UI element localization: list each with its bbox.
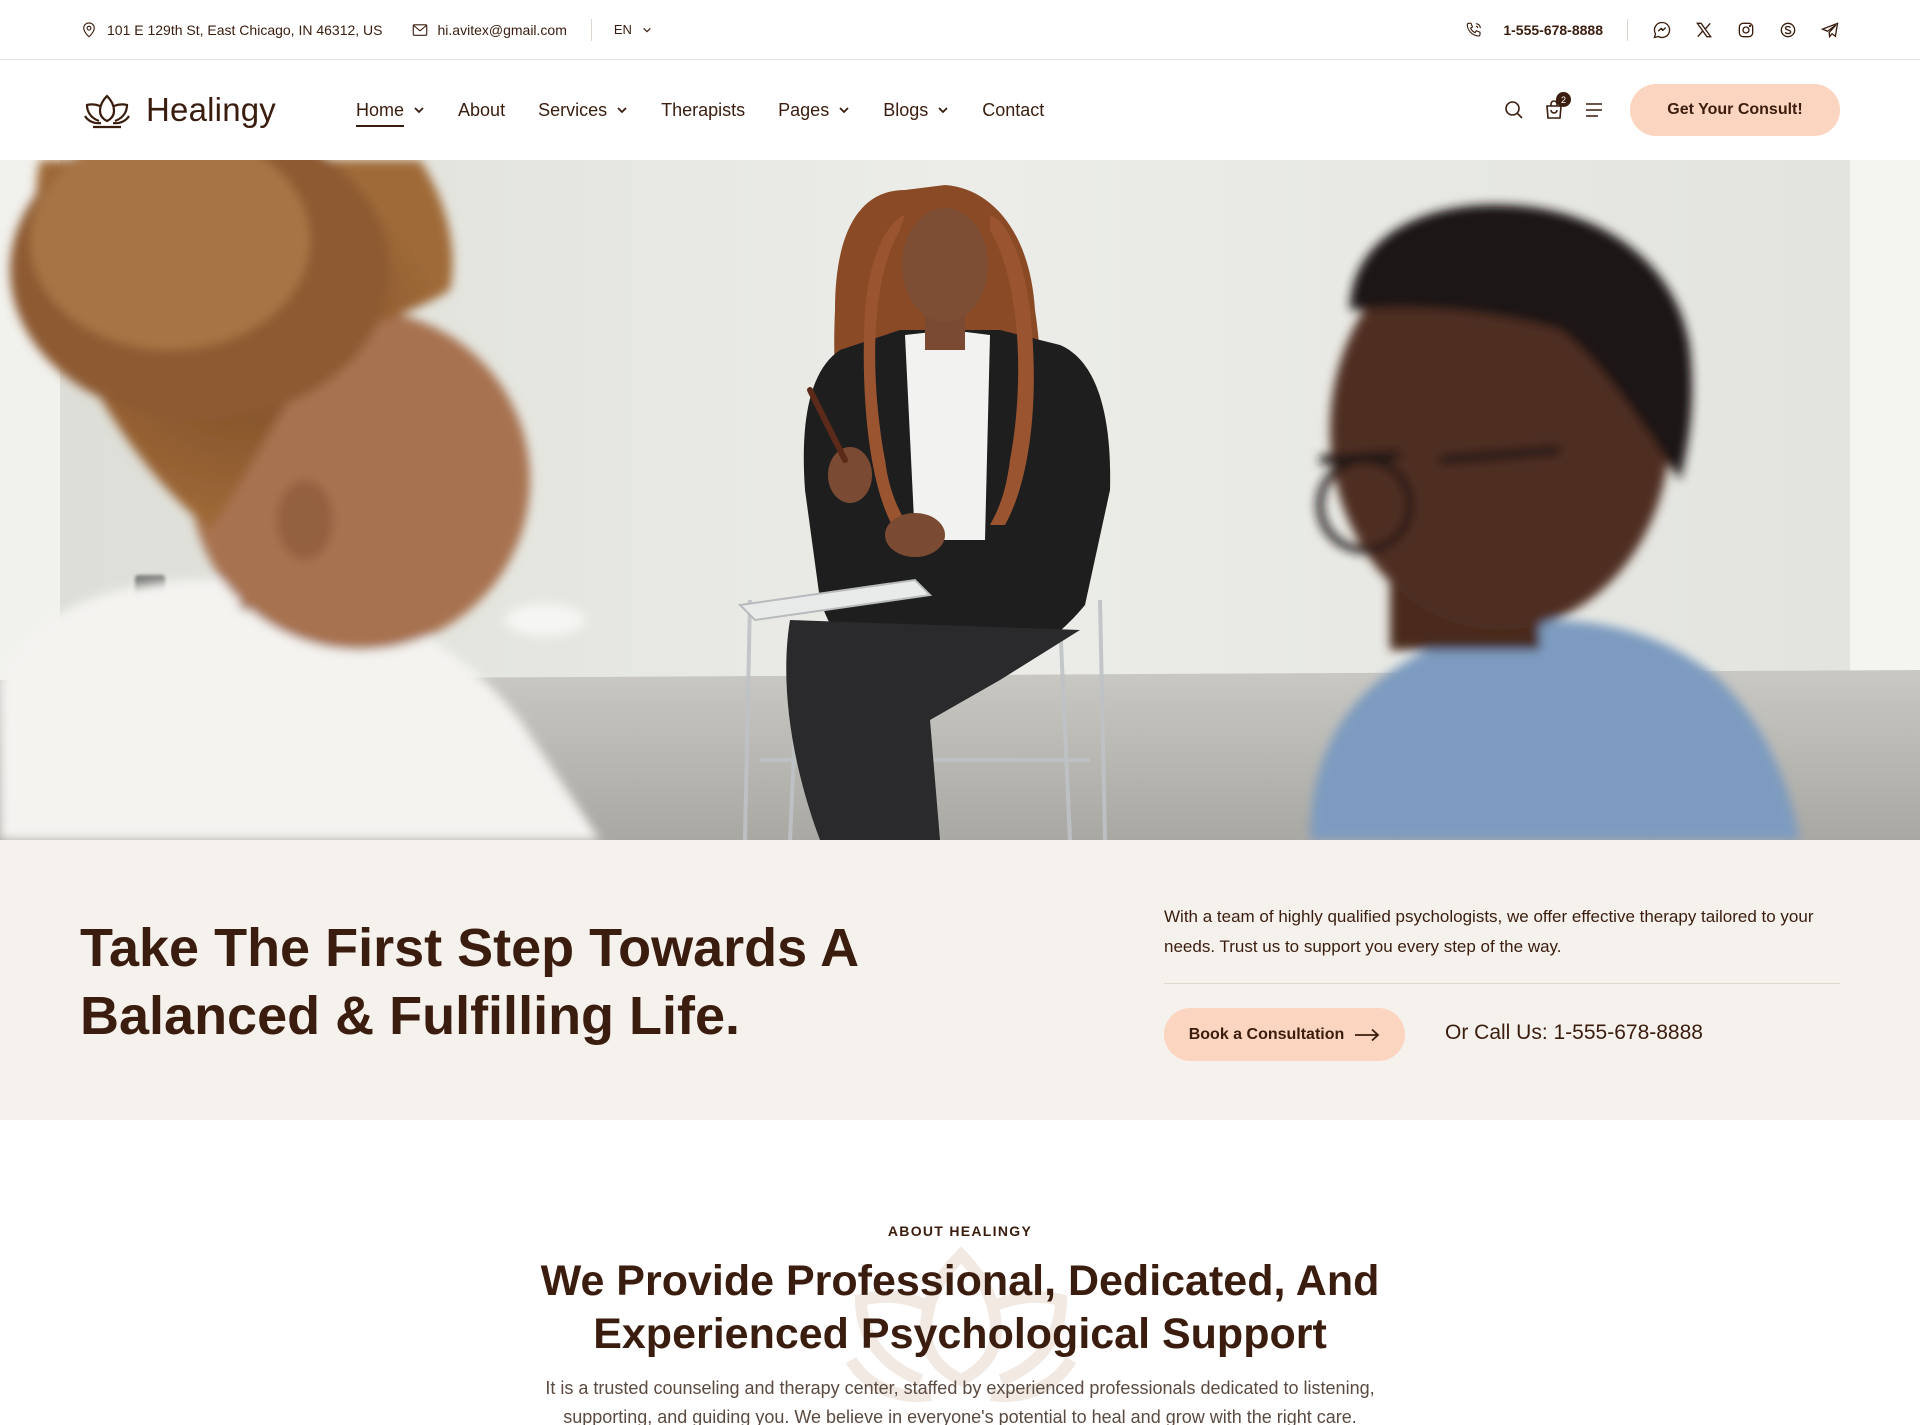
nav-about[interactable]: About <box>458 100 505 121</box>
topbar-right: 1-555-678-8888 <box>1465 18 1840 41</box>
nav-therapists-label: Therapists <box>661 99 746 120</box>
address-item: 101 E 129th St, East Chicago, IN 46312, … <box>80 21 383 39</box>
book-consultation-label: Book a Consultation <box>1188 1025 1345 1043</box>
email-item[interactable]: hi.avitex@gmail.com <box>411 21 567 39</box>
chevron-down-icon <box>414 107 424 114</box>
section-eyebrow: ABOUT HEALINGY <box>887 1223 1033 1239</box>
cart-count-badge: 2 <box>1556 92 1571 107</box>
lotus-logo-icon <box>84 94 130 129</box>
top-bar: 101 E 129th St, East Chicago, IN 46312, … <box>0 0 1920 60</box>
hero-image <box>0 160 1920 840</box>
chevron-down-icon <box>938 107 948 114</box>
nav-therapists[interactable]: Therapists <box>661 100 745 121</box>
nav-blogs-label: Blogs <box>883 99 929 120</box>
search-icon <box>1505 101 1523 119</box>
language-select[interactable]: EN <box>614 22 652 37</box>
chevron-down-icon <box>617 107 627 114</box>
main-menu: Home About Services Therapists Pages Blo… <box>356 99 1044 127</box>
language-label: EN <box>613 22 632 37</box>
about-heading: We Provide Professional, Dedicated, And … <box>540 1257 1380 1358</box>
logo-text: Healingy <box>146 91 277 128</box>
nav-about-label: About <box>458 99 506 120</box>
arrow-right-icon <box>1355 1028 1380 1041</box>
skype-icon[interactable] <box>1778 20 1798 40</box>
therapy-session-illustration <box>0 160 1920 840</box>
location-pin-icon <box>83 21 95 38</box>
book-consultation-button[interactable]: Book a Consultation <box>1164 1008 1405 1061</box>
about-description: It is a trusted counseling and therapy c… <box>545 1378 1375 1425</box>
mail-icon <box>412 23 427 36</box>
nav-pages[interactable]: Pages <box>778 100 850 121</box>
nav-pages-label: Pages <box>778 99 830 120</box>
nav-contact[interactable]: Contact <box>982 100 1044 121</box>
nav-home[interactable]: Home <box>356 99 425 127</box>
cart-button[interactable]: 2 <box>1542 92 1571 122</box>
phone-number[interactable]: 1-555-678-8888 <box>1503 22 1603 38</box>
nav-services-label: Services <box>538 99 608 120</box>
call-us-text[interactable]: Or Call Us: 1-555-678-8888 <box>1445 1021 1703 1045</box>
nav-contact-label: Contact <box>982 99 1045 120</box>
nav-blogs[interactable]: Blogs <box>883 100 949 121</box>
nav-services[interactable]: Services <box>538 100 628 121</box>
offcanvas-menu-button[interactable] <box>1582 98 1606 122</box>
hero-description: With a team of highly qualified psycholo… <box>1164 907 1814 956</box>
nav-actions: 2 Get Your Consult! <box>1486 84 1840 136</box>
chevron-down-icon <box>643 27 651 32</box>
main-navbar: Healingy Home About Services Therapists … <box>0 60 1920 160</box>
get-consult-button[interactable]: Get Your Consult! <box>1630 84 1840 136</box>
x-icon[interactable] <box>1694 20 1714 40</box>
email-link[interactable]: hi.avitex@gmail.com <box>438 22 567 38</box>
address-text: 101 E 129th St, East Chicago, IN 46312, … <box>107 21 383 38</box>
site-logo[interactable]: Healingy <box>80 90 276 130</box>
search-button[interactable] <box>1502 98 1526 122</box>
hamburger-menu-icon <box>1586 103 1602 117</box>
divider <box>1164 983 1840 984</box>
instagram-icon[interactable] <box>1736 20 1756 40</box>
messenger-icon[interactable] <box>1652 20 1672 40</box>
divider <box>1627 18 1628 41</box>
telegram-icon[interactable] <box>1820 20 1840 40</box>
nav-home-label: Home <box>356 99 405 127</box>
phone-item[interactable]: 1-555-678-8888 <box>1465 21 1603 39</box>
divider <box>590 18 592 41</box>
chevron-down-icon <box>839 107 849 114</box>
social-links <box>1652 20 1840 40</box>
intro-band: Take The First Step Towards A Balanced &… <box>0 840 1920 1120</box>
hero-headline: Take The First Step Towards A Balanced &… <box>80 918 858 1046</box>
phone-icon <box>1467 22 1482 37</box>
